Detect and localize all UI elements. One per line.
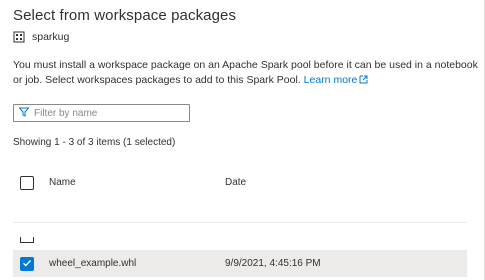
row-package-name: wheel_example.whl (49, 258, 137, 269)
select-packages-panel: Select from workspace packages sparkug Y… (0, 0, 485, 280)
description-text: You must install a workspace package on … (13, 59, 478, 86)
dialog-description: You must install a workspace package on … (13, 58, 478, 88)
scrolled-row-checkbox[interactable] (20, 237, 34, 243)
table-divider (13, 222, 467, 223)
spark-pool-indicator: sparkug (13, 31, 69, 43)
items-count-status: Showing 1 - 3 of 3 items (1 selected) (13, 137, 176, 148)
external-link-icon (357, 74, 368, 86)
dialog-title: Select from workspace packages (13, 7, 237, 24)
filter-icon (18, 104, 30, 122)
table-row[interactable]: wheel_example.whl 9/9/2021, 4:45:16 PM (13, 250, 467, 277)
row-package-date: 9/9/2021, 4:45:16 PM (225, 258, 321, 269)
learn-more-link[interactable]: Learn more (304, 74, 369, 86)
filter-input[interactable] (34, 107, 184, 119)
filter-box[interactable] (13, 104, 190, 122)
spark-pool-icon (13, 31, 25, 43)
table-header: Name Date (13, 165, 467, 200)
spark-pool-name: sparkug (32, 31, 70, 43)
row-checkbox-checked[interactable] (20, 257, 34, 271)
column-header-date[interactable]: Date (225, 177, 246, 188)
select-all-checkbox[interactable] (20, 176, 34, 190)
learn-more-label: Learn more (303, 74, 358, 86)
checkmark-icon (22, 255, 32, 273)
column-header-name[interactable]: Name (49, 177, 76, 188)
